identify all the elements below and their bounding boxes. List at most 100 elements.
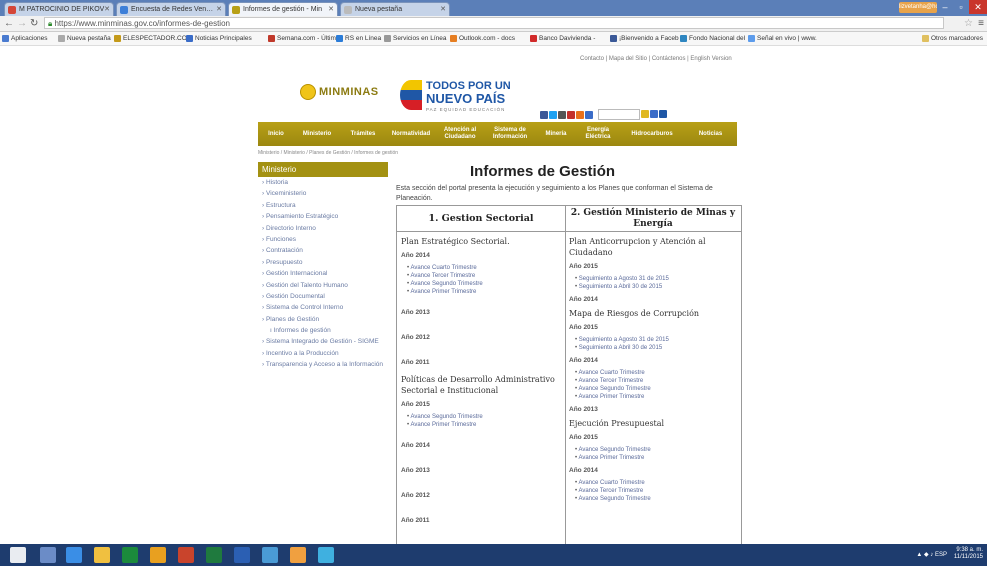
- wheelchair-icon[interactable]: [659, 110, 667, 118]
- year-heading[interactable]: Año 2013: [401, 309, 561, 316]
- reload-icon[interactable]: ↻: [30, 17, 38, 30]
- sidebar-item[interactable]: ı Informes de gestión: [258, 325, 388, 336]
- report-link[interactable]: Seguimiento a Agosto 31 de 2015: [575, 275, 737, 283]
- nav-item-energia[interactable]: Energía Eléctrica: [576, 122, 620, 146]
- sidebar-item[interactable]: › Pensamiento Estratégico: [258, 211, 388, 222]
- nav-item-inicio[interactable]: Inicio: [258, 122, 294, 146]
- year-heading[interactable]: Año 2011: [401, 517, 561, 524]
- sidebar-item[interactable]: › Gestión Documental: [258, 291, 388, 302]
- bookmark-item[interactable]: Señal en vivo | www.: [748, 32, 817, 45]
- sidebar-item[interactable]: › Contratación: [258, 245, 388, 256]
- facebook-icon[interactable]: [540, 110, 548, 119]
- report-link[interactable]: Avance Segundo Trimestre: [575, 446, 737, 454]
- report-link[interactable]: Avance Segundo Trimestre: [407, 280, 561, 288]
- report-link[interactable]: Seguimiento a Agosto 31 de 2015: [575, 336, 737, 344]
- year-heading[interactable]: Año 2011: [401, 359, 561, 366]
- report-link[interactable]: Seguimiento a Abril 30 de 2015: [575, 344, 737, 352]
- sidebar-item[interactable]: › Incentivo a la Producción: [258, 348, 388, 359]
- search-icon[interactable]: [641, 110, 649, 118]
- report-link[interactable]: Avance Primer Trimestre: [407, 288, 561, 296]
- excel-icon[interactable]: [206, 547, 222, 563]
- report-link[interactable]: Avance Primer Trimestre: [575, 393, 737, 401]
- browser-tab[interactable]: Nueva pestaña ✕: [340, 2, 450, 16]
- site-search-input[interactable]: [598, 109, 640, 120]
- browser-tab-active[interactable]: Informes de gestión - Min ✕: [228, 2, 338, 16]
- report-link[interactable]: Avance Segundo Trimestre: [407, 413, 561, 421]
- sidebar-item[interactable]: › Sistema Integrado de Gestión - SIGME: [258, 336, 388, 347]
- report-link[interactable]: Avance Segundo Trimestre: [575, 495, 737, 503]
- start-icon[interactable]: [10, 547, 26, 563]
- nav-item-tramites[interactable]: Trámites: [340, 122, 386, 146]
- year-heading[interactable]: Año 2015: [569, 434, 737, 441]
- report-link[interactable]: Avance Primer Trimestre: [575, 454, 737, 462]
- year-heading[interactable]: Año 2015: [401, 401, 561, 408]
- nav-item-normatividad[interactable]: Normatividad: [386, 122, 436, 146]
- bookmark-item[interactable]: Aplicaciones: [2, 32, 48, 45]
- bookmark-item[interactable]: Banco Davivienda -: [530, 32, 595, 45]
- sidebar-item[interactable]: › Directorio Interno: [258, 223, 388, 234]
- back-icon[interactable]: ←: [4, 17, 14, 30]
- year-heading[interactable]: Año 2014: [569, 467, 737, 474]
- nav-item-ministerio[interactable]: Ministerio: [294, 122, 340, 146]
- report-link[interactable]: Avance Segundo Trimestre: [575, 385, 737, 393]
- bookmark-item[interactable]: Nueva pestaña: [58, 32, 111, 45]
- sidebar-item[interactable]: › Funciones: [258, 234, 388, 245]
- report-link[interactable]: Avance Tercer Trimestre: [407, 272, 561, 280]
- app-icon[interactable]: [318, 547, 334, 563]
- youtube-icon[interactable]: [567, 110, 575, 119]
- rss-icon[interactable]: [576, 110, 584, 119]
- bookmark-item[interactable]: Semana.com - Últim: [268, 32, 336, 45]
- browser-tab[interactable]: M PATROCINIO DE PIKOV ✕: [4, 2, 114, 16]
- nav-item-hidrocarburos[interactable]: Hidrocarburos: [620, 122, 684, 146]
- report-link[interactable]: Seguimiento a Abril 30 de 2015: [575, 283, 737, 291]
- bookmark-item[interactable]: Outlook.com - docs: [450, 32, 515, 45]
- year-heading[interactable]: Año 2015: [569, 263, 737, 270]
- sidebar-item[interactable]: › Viceministerio: [258, 188, 388, 199]
- browser-tab[interactable]: Encuesta de Redes Ven… ✕: [116, 2, 226, 16]
- star-icon[interactable]: ☆: [964, 17, 973, 30]
- report-link[interactable]: Avance Cuarto Trimestre: [575, 369, 737, 377]
- close-window-icon[interactable]: ✕: [969, 0, 987, 14]
- close-icon[interactable]: ✕: [216, 3, 222, 16]
- search-icon[interactable]: [40, 547, 56, 563]
- sidebar-item[interactable]: › Transparencia y Acceso a la Informació…: [258, 359, 388, 370]
- year-heading[interactable]: Año 2015: [569, 324, 737, 331]
- year-heading[interactable]: Año 2014: [569, 296, 737, 303]
- minimize-icon[interactable]: –: [937, 0, 953, 14]
- bookmark-item[interactable]: Servicios en Línea: [384, 32, 446, 45]
- sidebar-item[interactable]: › Planes de Gestión: [258, 314, 388, 325]
- year-heading[interactable]: Año 2014: [569, 357, 737, 364]
- maximize-icon[interactable]: ▫: [953, 0, 969, 14]
- powerpoint-icon[interactable]: [178, 547, 194, 563]
- sidebar-item[interactable]: › Gestión Internacional: [258, 268, 388, 279]
- clock[interactable]: 9:38 a. m. 11/11/2015: [954, 547, 983, 561]
- year-heading[interactable]: Año 2013: [401, 467, 561, 474]
- sidebar-item[interactable]: › Estructura: [258, 200, 388, 211]
- url-input[interactable]: 🔒︎ https://www.minminas.gov.co/informes-…: [44, 17, 944, 29]
- nav-item-noticias[interactable]: Noticias: [684, 122, 737, 146]
- twitter-icon[interactable]: [549, 110, 557, 119]
- language-indicator[interactable]: ESP: [935, 552, 947, 558]
- report-link[interactable]: Avance Primer Trimestre: [407, 421, 561, 429]
- report-link[interactable]: Avance Cuarto Trimestre: [575, 479, 737, 487]
- chrome-active-icon[interactable]: [290, 547, 306, 563]
- close-icon[interactable]: ✕: [440, 3, 446, 16]
- menu-icon[interactable]: ≡: [978, 17, 984, 30]
- share-icon[interactable]: [585, 110, 593, 119]
- report-link[interactable]: Avance Tercer Trimestre: [575, 377, 737, 385]
- close-icon[interactable]: ✕: [328, 3, 334, 16]
- top-links[interactable]: Contacto | Mapa del Sitio | Contáctenos …: [580, 56, 732, 62]
- tray-icons[interactable]: ▲ ◆ ♪: [916, 552, 935, 558]
- ie-icon[interactable]: [66, 547, 82, 563]
- nav-item-sistema-informacion[interactable]: Sistema de Información: [484, 122, 536, 146]
- bookmark-item[interactable]: Fondo Nacional del: [680, 32, 745, 45]
- sidebar-item[interactable]: › Presupuesto: [258, 257, 388, 268]
- year-heading[interactable]: Año 2014: [401, 442, 561, 449]
- store-icon[interactable]: [122, 547, 138, 563]
- user-profile-button[interactable]: lizvetanha@hotm: [899, 2, 937, 13]
- chrome-icon[interactable]: [150, 547, 166, 563]
- report-link[interactable]: Avance Tercer Trimestre: [575, 487, 737, 495]
- minminas-logo[interactable]: MINMINAS: [300, 84, 379, 100]
- sidebar-item[interactable]: › Gestión del Talento Humano: [258, 280, 388, 291]
- forward-icon[interactable]: →: [17, 17, 27, 30]
